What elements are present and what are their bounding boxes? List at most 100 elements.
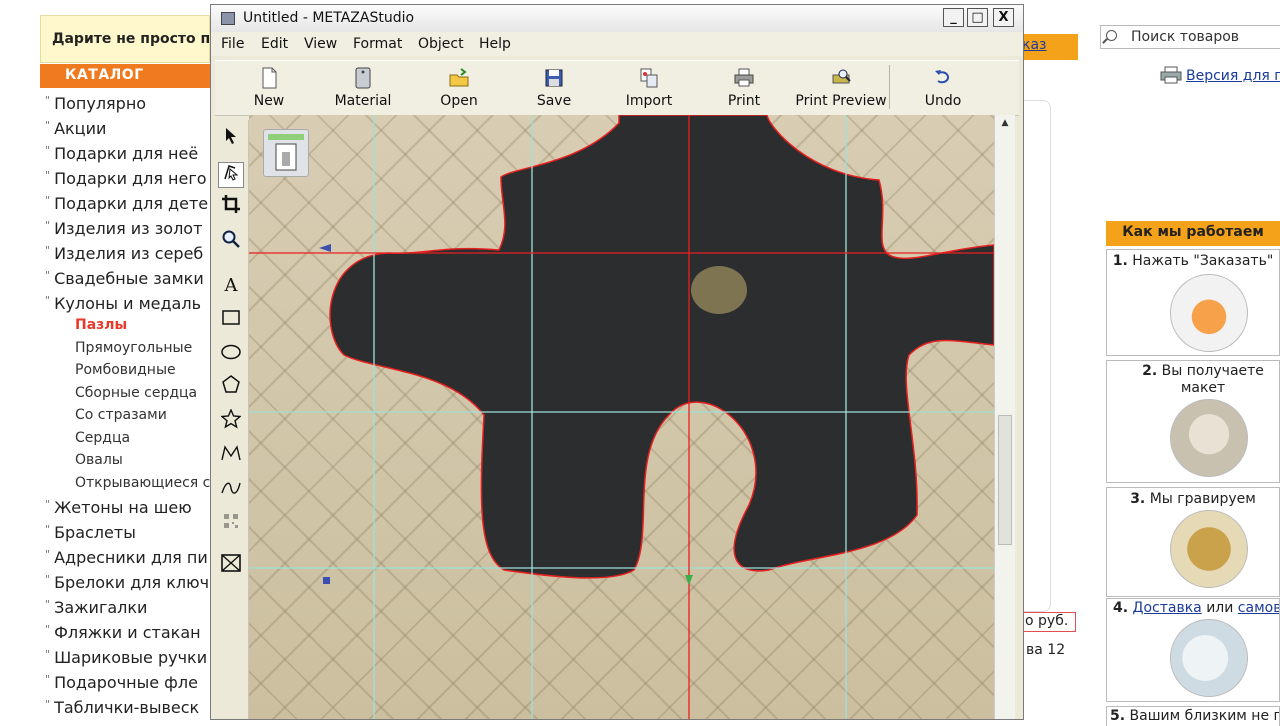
pickup-link[interactable]: самовы (1238, 600, 1279, 616)
catalog-item[interactable]: " Шариковые ручки (45, 648, 207, 667)
promo-banner: Дарите не просто по (40, 15, 210, 63)
printer-icon (1160, 66, 1182, 84)
catalog-subitem[interactable]: Сборные сердца (75, 385, 197, 401)
bullet-icon: " (45, 698, 51, 711)
order-button[interactable]: каз (1020, 34, 1078, 60)
bullet-icon: " (45, 573, 51, 586)
catalog-item[interactable]: " Фляжки и стакан (45, 623, 201, 642)
catalog-item[interactable]: " Подарочные фле (45, 673, 198, 692)
zoom-icon[interactable] (218, 230, 244, 256)
select-arrow-icon[interactable] (218, 127, 244, 153)
rectangle-tool-icon[interactable] (218, 308, 244, 334)
step-1: 1. Нажать "Заказать" (1106, 249, 1280, 356)
catalog-item[interactable]: " Жетоны на шею (45, 498, 192, 517)
close-button[interactable]: X (993, 8, 1014, 27)
toolbar: New Material Open Save Import Print Prin… (215, 60, 1019, 116)
bullet-icon: " (45, 94, 51, 107)
print-button[interactable]: Print (712, 63, 776, 113)
catalog-subitem[interactable]: Ромбовидные (75, 362, 176, 378)
bullet-icon: " (45, 244, 51, 257)
material-button[interactable]: Material (328, 63, 398, 113)
menu-object[interactable]: Object (418, 36, 464, 52)
curve-tool-icon[interactable] (218, 477, 244, 503)
material-icon (355, 67, 371, 89)
glare-spot (691, 266, 747, 314)
bullet-icon: " (45, 548, 51, 561)
step-2: 2. Вы получаете макет (1106, 360, 1280, 483)
engraving-icon (1170, 510, 1248, 588)
search-input[interactable]: Поиск товаров (1100, 25, 1280, 49)
catalog-item[interactable]: " Изделия из сереб (45, 244, 203, 263)
node-edit-icon[interactable] (218, 162, 244, 188)
catalog-subitem[interactable]: Пазлы (75, 317, 127, 333)
bullet-icon: " (45, 119, 51, 132)
catalog-subitem[interactable]: Открывающиеся с (75, 475, 210, 491)
catalog-item[interactable]: " Акции (45, 119, 106, 138)
address-text: ва 12 (1026, 642, 1066, 658)
open-button[interactable]: Open (427, 63, 491, 113)
portrait-icon (1170, 399, 1248, 477)
how-we-work-title: Как мы работаем (1106, 221, 1280, 246)
minimize-button[interactable]: _ (943, 8, 964, 27)
bullet-icon: " (45, 269, 51, 282)
bullet-icon: " (45, 623, 51, 636)
catalog-item[interactable]: " Кулоны и медаль (45, 294, 201, 313)
polyline-tool-icon[interactable] (218, 443, 244, 469)
catalog-item[interactable]: " Популярно (45, 94, 146, 113)
catalog-item[interactable]: " Брелоки для ключ (45, 573, 209, 592)
handle-marker (323, 577, 330, 584)
title-bar[interactable]: Untitled - METAZAStudio _ □ X (211, 5, 1023, 32)
catalog-item[interactable]: " Подарки для него (45, 169, 207, 188)
catalog-item[interactable]: " Зажигалки (45, 598, 147, 617)
crop-icon[interactable] (218, 195, 244, 221)
catalog-item[interactable]: " Подарки для дете (45, 194, 208, 213)
menu-format[interactable]: Format (353, 36, 402, 52)
image-frame-icon[interactable] (218, 554, 244, 580)
save-button[interactable]: Save (522, 63, 586, 113)
catalog-item[interactable]: " Таблички-вывеск (45, 698, 199, 717)
catalog-subitem[interactable]: Овалы (75, 452, 123, 468)
material-thumbnail[interactable] (263, 129, 309, 177)
menu-file[interactable]: File (221, 36, 244, 52)
design-canvas[interactable] (249, 115, 994, 719)
price-box: о руб. (1022, 612, 1076, 632)
save-disk-icon (545, 69, 563, 87)
catalog-item[interactable]: " Изделия из золот (45, 219, 202, 238)
undo-arrow-icon (935, 70, 950, 84)
axis-marker (319, 244, 331, 252)
maximize-button[interactable]: □ (967, 8, 988, 27)
delivery-link[interactable]: Доставка (1133, 600, 1202, 616)
catalog-item[interactable]: " Браслеты (45, 523, 136, 542)
print-version-link[interactable]: Версия для пе (1186, 68, 1280, 84)
catalog-subitem[interactable]: Со стразами (75, 407, 167, 423)
polygon-tool-icon[interactable] (218, 375, 244, 401)
print-preview-button[interactable]: Print Preview (793, 63, 889, 113)
catalog-subitem[interactable]: Прямоугольные (75, 340, 192, 356)
window-title: Untitled - METAZAStudio (243, 10, 415, 26)
scroll-thumb[interactable] (998, 415, 1012, 545)
menu-view[interactable]: View (304, 36, 337, 52)
text-tool-icon[interactable]: A (218, 273, 244, 299)
scroll-up-icon[interactable]: ▲ (998, 118, 1012, 132)
new-button[interactable]: New (237, 63, 301, 113)
catalog-item[interactable]: " Подарки для неё (45, 144, 198, 163)
catalog-item[interactable]: " Свадебные замки (45, 269, 204, 288)
new-document-icon (262, 67, 277, 89)
menu-help[interactable]: Help (479, 36, 511, 52)
import-icon (640, 68, 658, 88)
star-tool-icon[interactable] (218, 408, 244, 435)
axis-marker-bottom (685, 575, 693, 585)
bullet-icon: " (45, 523, 51, 536)
tools-panel: A (214, 120, 249, 719)
undo-button[interactable]: Undo (911, 63, 975, 113)
puzzle-piece-shape (329, 115, 994, 579)
import-button[interactable]: Import (617, 63, 681, 113)
vertical-scrollbar[interactable]: ▲ (994, 115, 1015, 719)
app-icon (221, 12, 235, 25)
catalog-subitem[interactable]: Сердца (75, 430, 130, 446)
catalog-item[interactable]: " Адресники для пи (45, 548, 208, 567)
menu-edit[interactable]: Edit (261, 36, 288, 52)
catalog-title: КАТАЛОГ (40, 64, 210, 88)
qr-code-icon[interactable] (218, 511, 244, 537)
ellipse-tool-icon[interactable] (218, 342, 244, 368)
